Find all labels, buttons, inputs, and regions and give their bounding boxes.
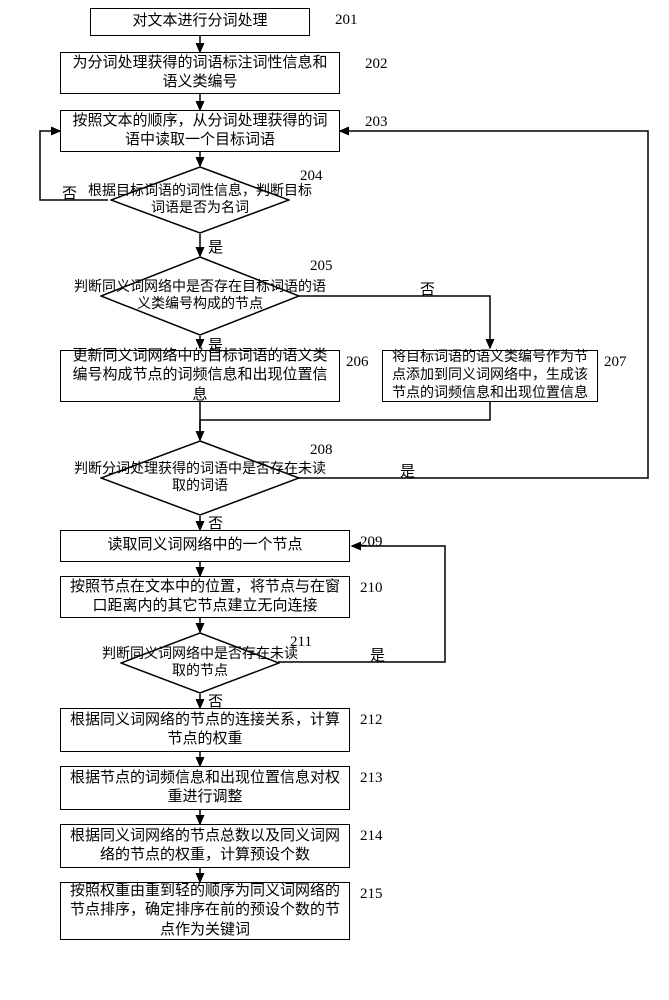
step-text: 将目标词语的语义类编号作为节点添加到同义词网络中，生成该节点的词频信息和出现位置… xyxy=(391,349,589,404)
decision-text: 根据目标词语的词性信息，判断目标词语是否为名词 xyxy=(83,183,317,218)
step-212: 根据同义词网络的节点的连接关系，计算节点的权重 xyxy=(60,708,350,752)
step-text: 按照权重由重到轻的顺序为同义词网络的节点排序，确定排序在前的预设个数的节点作为关… xyxy=(69,882,341,941)
step-201: 对文本进行分词处理 xyxy=(90,8,310,36)
decision-211: 判断同义词网络中是否存在未读取的节点 xyxy=(120,632,280,694)
step-text: 读取同义词网络中的一个节点 xyxy=(107,536,302,556)
step-label-202: 202 xyxy=(365,56,388,73)
yes-label: 是 xyxy=(400,460,415,481)
step-label-203: 203 xyxy=(365,114,388,131)
decision-text: 判断同义词网络中是否存在目标词语的语义类编号构成的节点 xyxy=(70,279,330,314)
no-label: 否 xyxy=(208,512,223,533)
step-label-212: 212 xyxy=(360,712,383,729)
step-207: 将目标词语的语义类编号作为节点添加到同义词网络中，生成该节点的词频信息和出现位置… xyxy=(382,350,598,402)
step-215: 按照权重由重到轻的顺序为同义词网络的节点排序，确定排序在前的预设个数的节点作为关… xyxy=(60,882,350,940)
no-label: 否 xyxy=(420,278,435,299)
no-label: 否 xyxy=(62,182,77,203)
yes-label: 是 xyxy=(208,334,223,355)
decision-208: 判断分词处理获得的词语中是否存在未读取的词语 xyxy=(100,440,300,516)
step-text: 按照文本的顺序，从分词处理获得的词语中读取一个目标词语 xyxy=(69,112,331,151)
step-label-201: 201 xyxy=(335,12,358,29)
step-label-210: 210 xyxy=(360,580,383,597)
step-label-207: 207 xyxy=(604,354,627,371)
step-203: 按照文本的顺序，从分词处理获得的词语中读取一个目标词语 xyxy=(60,110,340,152)
yes-label: 是 xyxy=(370,644,385,665)
step-label-214: 214 xyxy=(360,828,383,845)
step-label-215: 215 xyxy=(360,886,383,903)
step-213: 根据节点的词频信息和出现位置信息对权重进行调整 xyxy=(60,766,350,810)
step-210: 按照节点在文本中的位置，将节点与在窗口距离内的其它节点建立无向连接 xyxy=(60,576,350,618)
step-214: 根据同义词网络的节点总数以及同义词网络的节点的权重，计算预设个数 xyxy=(60,824,350,868)
step-text: 根据节点的词频信息和出现位置信息对权重进行调整 xyxy=(69,769,341,808)
step-label-206: 206 xyxy=(346,354,369,371)
decision-text: 判断同义词网络中是否存在未读取的节点 xyxy=(96,646,304,681)
step-text: 为分词处理获得的词语标注词性信息和语义类编号 xyxy=(69,54,331,93)
step-text: 对文本进行分词处理 xyxy=(132,12,267,32)
step-206: 更新同义词网络中的目标词语的语义类编号构成节点的词频信息和出现位置信息 xyxy=(60,350,340,402)
yes-label: 是 xyxy=(208,236,223,257)
no-label: 否 xyxy=(208,690,223,711)
step-label-209: 209 xyxy=(360,534,383,551)
decision-text: 判断分词处理获得的词语中是否存在未读取的词语 xyxy=(70,461,330,496)
step-209: 读取同义词网络中的一个节点 xyxy=(60,530,350,562)
step-text: 根据同义词网络的节点的连接关系，计算节点的权重 xyxy=(69,711,341,750)
decision-204: 根据目标词语的词性信息，判断目标词语是否为名词 xyxy=(110,166,290,234)
step-text: 更新同义词网络中的目标词语的语义类编号构成节点的词频信息和出现位置信息 xyxy=(69,347,331,406)
decision-205: 判断同义词网络中是否存在目标词语的语义类编号构成的节点 xyxy=(100,256,300,336)
step-202: 为分词处理获得的词语标注词性信息和语义类编号 xyxy=(60,52,340,94)
step-label-213: 213 xyxy=(360,770,383,787)
step-text: 根据同义词网络的节点总数以及同义词网络的节点的权重，计算预设个数 xyxy=(69,827,341,866)
step-text: 按照节点在文本中的位置，将节点与在窗口距离内的其它节点建立无向连接 xyxy=(69,578,341,617)
